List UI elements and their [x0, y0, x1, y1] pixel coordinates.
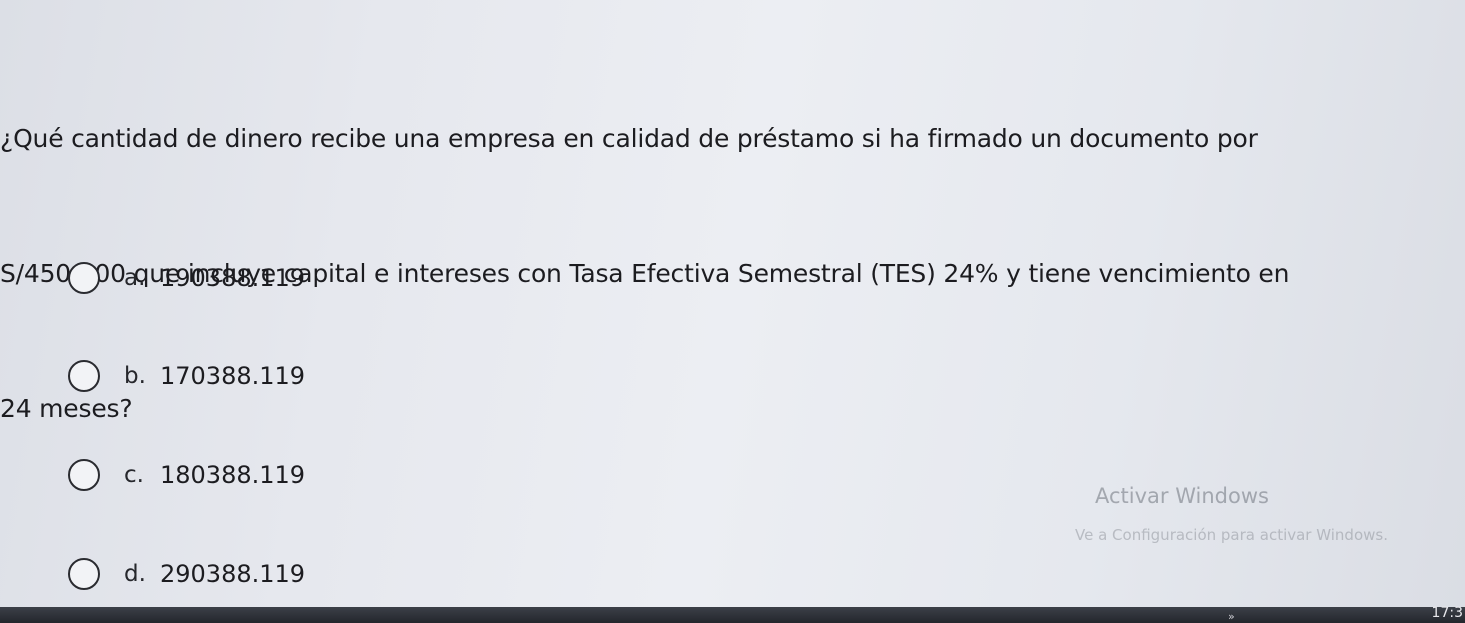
chevron-right-icon[interactable]: » [1228, 610, 1235, 623]
taskbar-clock[interactable]: 17:3 [1432, 605, 1463, 621]
answer-option-c[interactable]: c. 180388.119 [68, 459, 305, 491]
option-letter-c: c. [124, 462, 144, 488]
option-letter-a: a. [124, 265, 146, 291]
windows-activation-watermark: Activar Windows Ve a Configuración para … [1075, 484, 1388, 544]
question-text: ¿Qué cantidad de dinero recibe una empre… [0, 26, 1450, 476]
option-letter-d: d. [124, 561, 146, 587]
radio-button-a[interactable] [68, 262, 100, 294]
radio-button-d[interactable] [68, 558, 100, 590]
option-value-d[interactable]: 290388.119 [160, 560, 305, 588]
taskbar: » 17:3 [0, 605, 1465, 623]
option-value-b[interactable]: 170388.119 [160, 362, 305, 390]
option-value-c[interactable]: 180388.119 [160, 461, 305, 489]
option-value-a[interactable]: 190388.119 [160, 264, 305, 292]
radio-button-c[interactable] [68, 459, 100, 491]
watermark-subtitle: Ve a Configuración para activar Windows. [1075, 526, 1388, 544]
question-line-1: ¿Qué cantidad de dinero recibe una empre… [0, 124, 1258, 153]
radio-button-b[interactable] [68, 360, 100, 392]
answer-option-d[interactable]: d. 290388.119 [68, 558, 305, 590]
watermark-title: Activar Windows [1095, 484, 1269, 508]
answer-option-a[interactable]: a. 190388.119 [68, 262, 305, 294]
answer-option-b[interactable]: b. 170388.119 [68, 360, 305, 392]
question-line-3: 24 meses? [0, 394, 133, 423]
option-letter-b: b. [124, 363, 146, 389]
